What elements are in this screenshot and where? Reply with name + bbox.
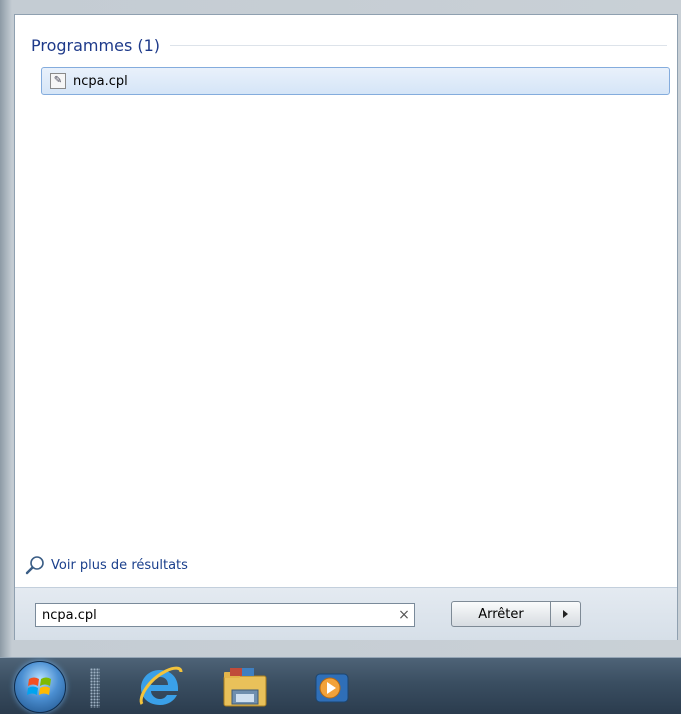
start-orb[interactable] [14,661,66,713]
stop-button-label: Arrêter [478,606,524,622]
internet-explorer-icon[interactable] [136,664,184,710]
power-options-arrow-button[interactable] [551,601,581,627]
stop-button-group: Arrêter [451,601,581,627]
taskbar [0,657,681,714]
search-box[interactable]: × [35,603,415,627]
media-player-icon[interactable] [314,670,350,706]
control-panel-file-icon: ✎ [50,73,66,89]
magnifier-icon [25,556,44,575]
see-more-results-label: Voir plus de résultats [51,557,188,573]
section-title: Programmes (1) [31,35,161,55]
stop-button[interactable]: Arrêter [451,601,551,627]
windows-explorer-icon[interactable] [220,666,270,710]
search-bar-area: × Arrêter [15,587,677,640]
programs-section-header: Programmes (1) [31,33,667,57]
taskbar-grip[interactable] [90,668,100,708]
arrow-right-icon [563,610,568,618]
search-input[interactable] [36,607,394,623]
start-menu: Programmes (1) ✎ ncpa.cpl Voir plus de r… [0,0,681,657]
clear-search-button[interactable]: × [394,607,414,623]
result-item-ncpa[interactable]: ✎ ncpa.cpl [41,67,670,95]
section-divider [170,44,667,46]
see-more-results-link[interactable]: Voir plus de résultats [25,555,188,575]
result-item-label: ncpa.cpl [73,73,128,89]
search-results-panel: Programmes (1) ✎ ncpa.cpl Voir plus de r… [14,14,678,640]
windows-logo-icon [27,677,51,695]
